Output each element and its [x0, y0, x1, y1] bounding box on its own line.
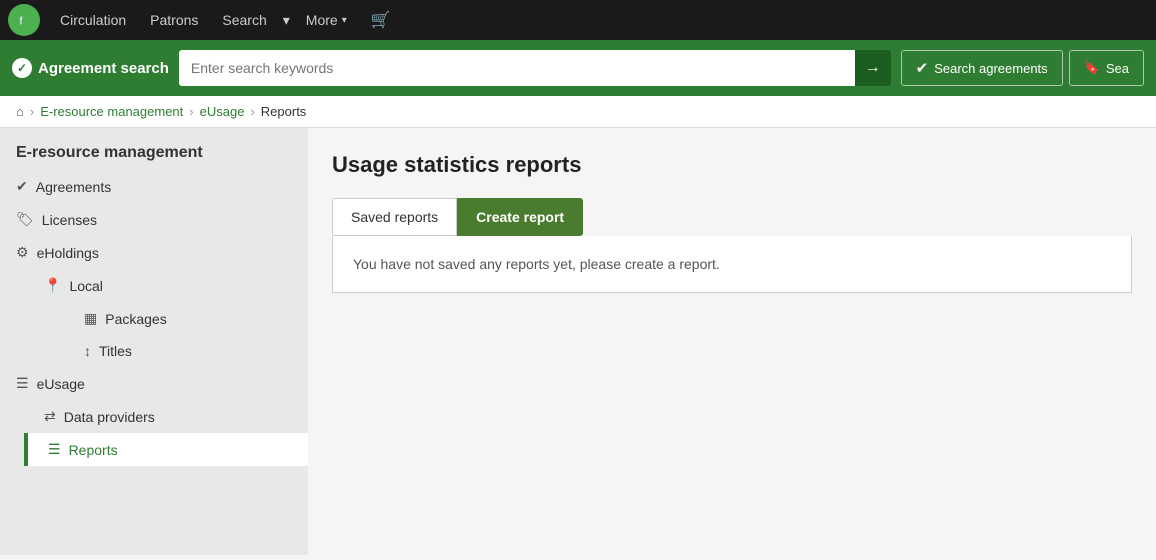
search-go-button[interactable]: →: [855, 50, 891, 86]
sidebar-local-group: 📍 Local ▦ Packages ↕ Titles: [0, 269, 308, 367]
breadcrumb-eresource[interactable]: E-resource management: [40, 104, 183, 119]
breadcrumb: ⌂ › E-resource management › eUsage › Rep…: [0, 96, 1156, 128]
data-providers-icon: ⇄: [44, 408, 56, 425]
search-label-button[interactable]: 🔖 Sea: [1069, 50, 1144, 86]
empty-message: You have not saved any reports yet, plea…: [353, 256, 720, 272]
packages-icon: ▦: [84, 310, 97, 327]
search-bar-label: ✓ Agreement search: [12, 58, 169, 78]
settings-icon: ⚙: [16, 244, 29, 261]
nav-item-search[interactable]: Search: [210, 0, 278, 40]
nav-cart-button[interactable]: 🛒: [359, 0, 403, 40]
sidebar-item-reports[interactable]: ☰ Reports: [24, 433, 308, 466]
search-agreements-button[interactable]: ✔ Search agreements: [901, 50, 1063, 86]
sidebar-eusage-group: ⇄ Data providers ☰ Reports: [0, 400, 308, 466]
sidebar: E-resource management ✔ Agreements 🏷 Lic…: [0, 128, 308, 555]
sidebar-item-agreements[interactable]: ✔ Agreements: [0, 170, 308, 203]
search-input-wrapper: →: [179, 50, 891, 86]
tab-saved-reports[interactable]: Saved reports: [332, 198, 457, 236]
tabs-container: Saved reports Create report: [332, 198, 1132, 236]
breadcrumb-eusage[interactable]: eUsage: [200, 104, 245, 119]
titles-icon: ↕: [84, 343, 91, 359]
breadcrumb-separator-2: ›: [189, 104, 193, 119]
arrow-right-icon: →: [865, 59, 881, 77]
breadcrumb-separator-3: ›: [250, 104, 254, 119]
more-chevron-icon: ▾: [342, 15, 347, 26]
eusage-icon: ☰: [16, 375, 29, 392]
top-navigation: f Circulation Patrons Search ▾ More ▾ 🛒: [0, 0, 1156, 40]
search-agreements-icon: ✔: [916, 59, 929, 77]
cart-icon: 🛒: [371, 10, 391, 30]
main-content: Usage statistics reports Saved reports C…: [308, 128, 1156, 555]
sidebar-item-data-providers[interactable]: ⇄ Data providers: [24, 400, 308, 433]
agreement-search-bar: ✓ Agreement search → ✔ Search agreements…: [0, 40, 1156, 96]
tab-create-report[interactable]: Create report: [457, 198, 583, 236]
check-circle-icon: ✓: [12, 58, 32, 78]
tab-content-area: You have not saved any reports yet, plea…: [332, 236, 1132, 293]
home-icon[interactable]: ⌂: [16, 104, 24, 119]
check-circle-icon: ✔: [16, 178, 28, 195]
location-icon: 📍: [44, 277, 61, 294]
main-layout: E-resource management ✔ Agreements 🏷 Lic…: [0, 128, 1156, 555]
nav-dropdown-arrow[interactable]: ▾: [279, 0, 294, 40]
nav-item-patrons[interactable]: Patrons: [138, 0, 210, 40]
search-input[interactable]: [179, 50, 855, 86]
app-logo[interactable]: f: [8, 4, 40, 36]
breadcrumb-reports: Reports: [261, 104, 307, 119]
sidebar-item-licenses[interactable]: 🏷 Licenses: [0, 203, 308, 236]
chevron-down-icon: ▾: [283, 12, 290, 29]
sidebar-item-local[interactable]: 📍 Local: [24, 269, 308, 302]
reports-icon: ☰: [48, 441, 61, 458]
sidebar-item-titles[interactable]: ↕ Titles: [48, 335, 308, 367]
tag-icon: 🔖: [1084, 60, 1100, 76]
nav-item-circulation[interactable]: Circulation: [48, 0, 138, 40]
tag-icon: 🏷: [16, 211, 34, 228]
sidebar-item-eholdings[interactable]: ⚙ eHoldings: [0, 236, 308, 269]
breadcrumb-separator-1: ›: [30, 104, 34, 119]
sidebar-packages-group: ▦ Packages ↕ Titles: [24, 302, 308, 367]
page-title: Usage statistics reports: [332, 152, 1132, 178]
sidebar-item-packages[interactable]: ▦ Packages: [48, 302, 308, 335]
nav-item-more[interactable]: More ▾: [294, 0, 359, 40]
sidebar-item-eusage[interactable]: ☰ eUsage: [0, 367, 308, 400]
sidebar-section-title: E-resource management: [0, 128, 308, 170]
